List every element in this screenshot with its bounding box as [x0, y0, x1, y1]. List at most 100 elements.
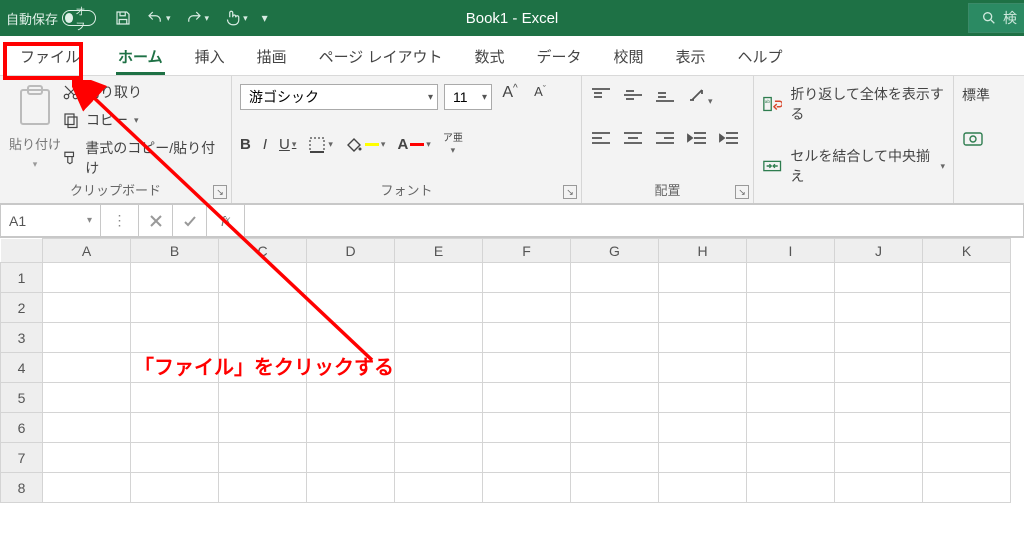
cell[interactable] [43, 263, 131, 293]
tab-help[interactable]: ヘルプ [722, 37, 799, 75]
cell[interactable] [219, 353, 307, 383]
cell[interactable] [571, 473, 659, 503]
spreadsheet-grid[interactable]: ABCDEFGHIJK12345678 [0, 238, 1024, 503]
tab-view[interactable]: 表示 [660, 37, 722, 75]
touch-mode-button[interactable]: ▾ [223, 9, 248, 27]
cell[interactable] [395, 293, 483, 323]
underline-button[interactable]: U▾ [279, 136, 296, 153]
cell[interactable] [131, 353, 219, 383]
border-button[interactable]: ▾ [308, 136, 333, 154]
cell[interactable] [43, 473, 131, 503]
column-header[interactable]: H [659, 239, 747, 263]
column-header[interactable]: K [923, 239, 1011, 263]
cell[interactable] [659, 443, 747, 473]
cut-button[interactable]: 切り取り [62, 82, 223, 102]
cell[interactable] [307, 323, 395, 353]
font-name-combo[interactable]: 游ゴシック▾ [240, 84, 438, 110]
tab-file[interactable]: ファイル [4, 37, 96, 75]
cell[interactable] [131, 383, 219, 413]
insert-function-button[interactable]: fx [206, 204, 244, 237]
align-left-button[interactable] [590, 129, 612, 150]
cell[interactable] [131, 473, 219, 503]
bold-button[interactable]: B [240, 136, 251, 153]
column-header[interactable]: E [395, 239, 483, 263]
column-header[interactable]: I [747, 239, 835, 263]
row-header[interactable]: 8 [1, 473, 43, 503]
clipboard-dialog-launcher[interactable]: ↘ [213, 185, 227, 199]
cell[interactable] [659, 353, 747, 383]
increase-font-button[interactable]: A^ [498, 84, 522, 110]
tab-home[interactable]: ホーム [102, 37, 179, 75]
align-top-button[interactable] [590, 86, 612, 107]
cell[interactable] [571, 293, 659, 323]
cell[interactable] [571, 413, 659, 443]
accounting-format-button[interactable] [962, 130, 984, 151]
font-size-combo[interactable]: 11▾ [444, 84, 492, 110]
phonetic-button[interactable]: ア亜 ▾ [443, 134, 463, 155]
enter-formula-button[interactable] [172, 204, 206, 237]
cell[interactable] [395, 383, 483, 413]
orientation-button[interactable]: ▾ [686, 86, 713, 107]
cell[interactable] [923, 263, 1011, 293]
cell[interactable] [43, 323, 131, 353]
cell[interactable] [483, 473, 571, 503]
cell[interactable] [835, 383, 923, 413]
increase-indent-button[interactable] [718, 129, 740, 150]
cell[interactable] [747, 353, 835, 383]
undo-button[interactable]: ▾ [146, 9, 171, 27]
row-header[interactable]: 1 [1, 263, 43, 293]
cell[interactable] [131, 263, 219, 293]
qat-customize-button[interactable]: ▾ [262, 11, 268, 25]
cell[interactable] [483, 323, 571, 353]
formula-input[interactable] [244, 204, 1024, 237]
cell[interactable] [43, 353, 131, 383]
cell[interactable] [483, 443, 571, 473]
row-header[interactable]: 4 [1, 353, 43, 383]
cell[interactable] [483, 353, 571, 383]
cell[interactable] [43, 293, 131, 323]
select-all-corner[interactable] [1, 239, 43, 263]
cell[interactable] [395, 353, 483, 383]
decrease-indent-button[interactable] [686, 129, 708, 150]
tab-review[interactable]: 校閲 [598, 37, 660, 75]
column-header[interactable]: G [571, 239, 659, 263]
cell[interactable] [571, 323, 659, 353]
font-dialog-launcher[interactable]: ↘ [563, 185, 577, 199]
cell[interactable] [923, 293, 1011, 323]
tab-pagelayout[interactable]: ページ レイアウト [303, 37, 459, 75]
tab-draw[interactable]: 描画 [241, 37, 303, 75]
cell[interactable] [747, 323, 835, 353]
cell[interactable] [923, 323, 1011, 353]
cell[interactable] [923, 383, 1011, 413]
cell[interactable] [659, 293, 747, 323]
cell[interactable] [219, 323, 307, 353]
fill-color-button[interactable]: ▾ [345, 136, 386, 154]
cell[interactable] [747, 263, 835, 293]
align-center-button[interactable] [622, 129, 644, 150]
cell[interactable] [43, 443, 131, 473]
wrap-text-button[interactable]: ab 折り返して全体を表示する [762, 84, 945, 124]
row-header[interactable]: 7 [1, 443, 43, 473]
cell[interactable] [307, 383, 395, 413]
cell[interactable] [219, 263, 307, 293]
cell[interactable] [571, 443, 659, 473]
row-header[interactable]: 3 [1, 323, 43, 353]
cell[interactable] [571, 353, 659, 383]
cell[interactable] [835, 443, 923, 473]
column-header[interactable]: C [219, 239, 307, 263]
cell[interactable] [219, 473, 307, 503]
cell[interactable] [835, 353, 923, 383]
cell[interactable] [307, 413, 395, 443]
number-format-combo[interactable]: 標準 [962, 82, 1008, 108]
cell[interactable] [307, 293, 395, 323]
cell[interactable] [131, 293, 219, 323]
cell[interactable] [395, 473, 483, 503]
merge-center-button[interactable]: セルを結合して中央揃え ▾ [762, 146, 945, 186]
cell[interactable] [923, 353, 1011, 383]
cancel-formula-button[interactable] [138, 204, 172, 237]
cell[interactable] [483, 413, 571, 443]
cell[interactable] [131, 323, 219, 353]
cell[interactable] [307, 263, 395, 293]
copy-button[interactable]: コピー ▾ [62, 110, 223, 130]
cell[interactable] [395, 323, 483, 353]
